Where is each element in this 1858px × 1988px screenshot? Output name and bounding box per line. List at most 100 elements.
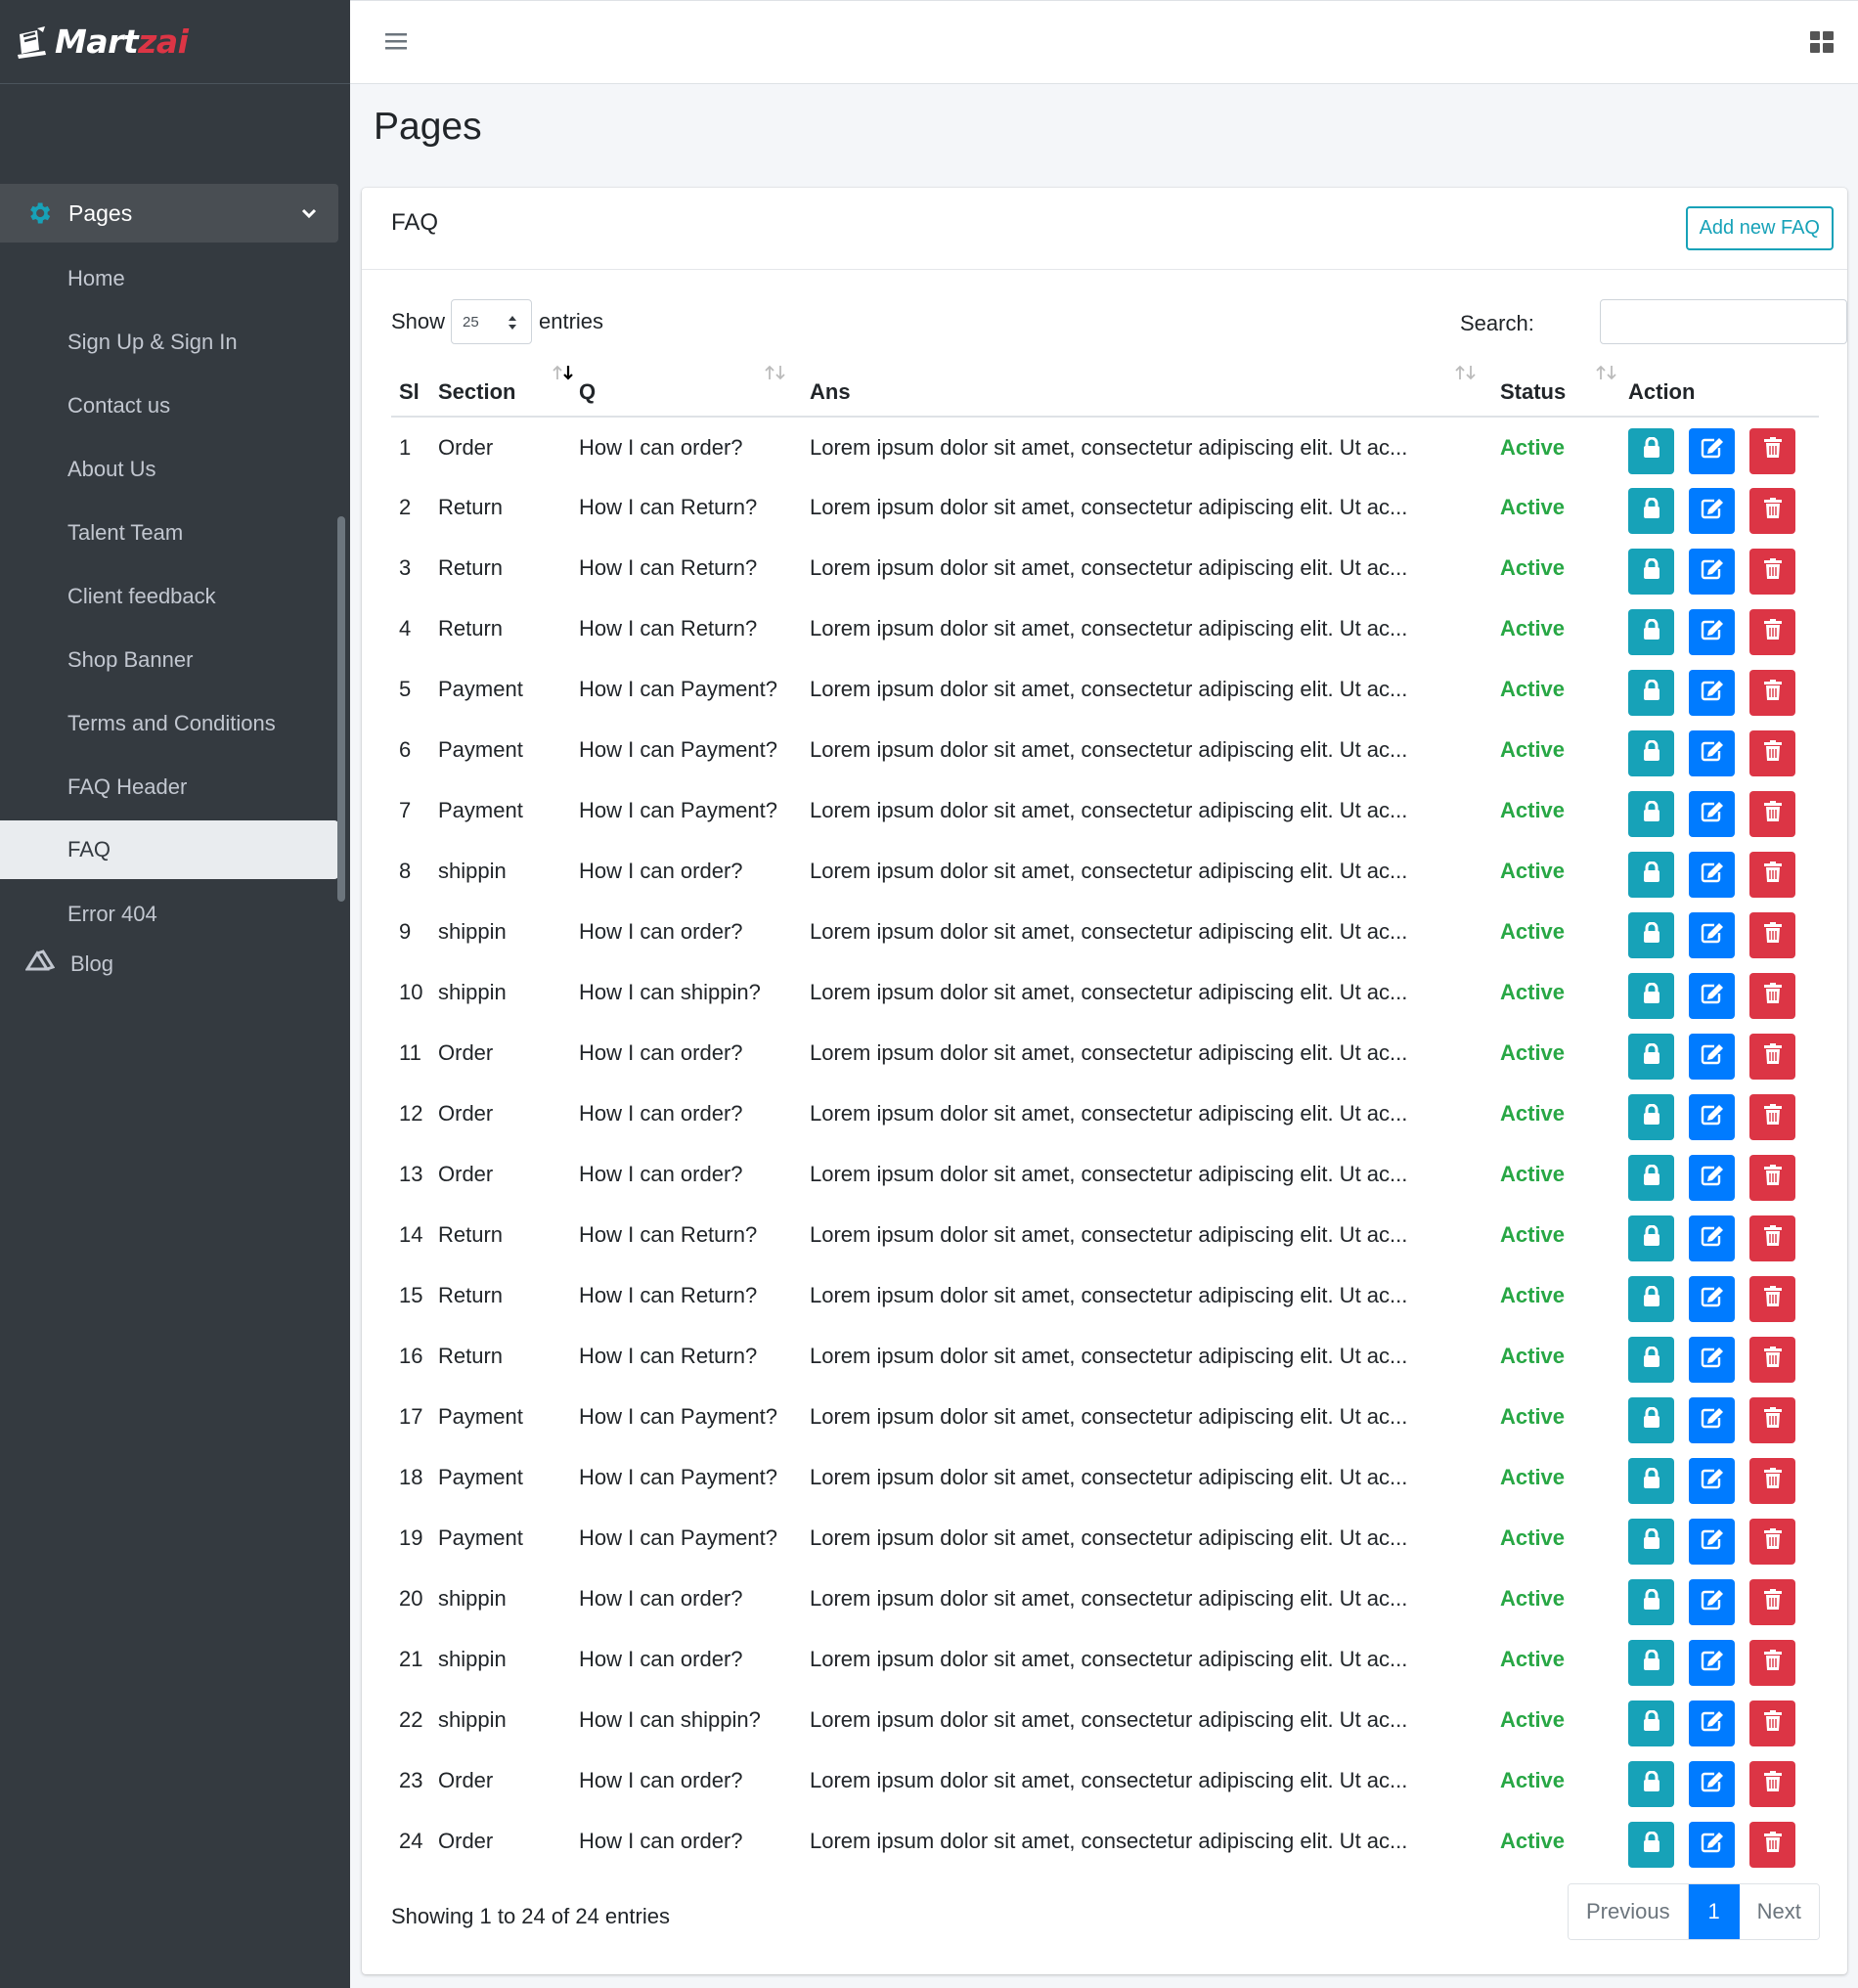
sidebar-item-talent-team[interactable]: Talent Team	[0, 501, 338, 564]
entries-select[interactable]: 25	[451, 299, 532, 344]
edit-button[interactable]	[1689, 1215, 1735, 1261]
pagination-page-current[interactable]: 1	[1688, 1884, 1740, 1939]
lock-button[interactable]	[1628, 670, 1674, 716]
edit-button[interactable]	[1689, 852, 1735, 898]
hamburger-menu-icon[interactable]	[385, 30, 407, 52]
delete-button[interactable]	[1749, 1397, 1795, 1443]
lock-button[interactable]	[1628, 912, 1674, 958]
delete-button[interactable]	[1749, 1276, 1795, 1322]
sidebar-item-faq[interactable]: FAQ	[0, 820, 338, 879]
lock-button[interactable]	[1628, 1155, 1674, 1201]
lock-button[interactable]	[1628, 1094, 1674, 1140]
delete-button[interactable]	[1749, 1701, 1795, 1746]
sidebar-item-pages[interactable]: Pages	[0, 184, 338, 243]
edit-button[interactable]	[1689, 1337, 1735, 1383]
lock-button[interactable]	[1628, 1458, 1674, 1504]
lock-button[interactable]	[1628, 609, 1674, 655]
sidebar-item-error-404[interactable]: Error 404	[0, 882, 338, 946]
grid-icon[interactable]	[1810, 31, 1834, 53]
column-header-sl[interactable]: Sl	[391, 360, 438, 418]
edit-button[interactable]	[1689, 1094, 1735, 1140]
sidebar-item-client-feedback[interactable]: Client feedback	[0, 564, 338, 628]
sidebar-item-signup-signin[interactable]: Sign Up & Sign In	[0, 310, 338, 374]
edit-button[interactable]	[1689, 1034, 1735, 1080]
lock-button[interactable]	[1628, 791, 1674, 837]
lock-button[interactable]	[1628, 1640, 1674, 1686]
delete-button[interactable]	[1749, 1034, 1795, 1080]
edit-button[interactable]	[1689, 1155, 1735, 1201]
edit-button[interactable]	[1689, 609, 1735, 655]
edit-button[interactable]	[1689, 912, 1735, 958]
delete-button[interactable]	[1749, 1640, 1795, 1686]
edit-button[interactable]	[1689, 973, 1735, 1019]
search-input[interactable]	[1600, 299, 1847, 344]
lock-button[interactable]	[1628, 1822, 1674, 1868]
edit-button[interactable]	[1689, 427, 1735, 474]
edit-button[interactable]	[1689, 730, 1735, 776]
lock-button[interactable]	[1628, 427, 1674, 474]
lock-button[interactable]	[1628, 1519, 1674, 1565]
delete-button[interactable]	[1749, 912, 1795, 958]
pagination-next[interactable]: Next	[1739, 1884, 1819, 1939]
lock-button[interactable]	[1628, 1337, 1674, 1383]
edit-button[interactable]	[1689, 1579, 1735, 1625]
delete-button[interactable]	[1749, 1761, 1795, 1807]
delete-button[interactable]	[1749, 1337, 1795, 1383]
lock-button[interactable]	[1628, 1034, 1674, 1080]
edit-button[interactable]	[1689, 1761, 1735, 1807]
edit-button[interactable]	[1689, 488, 1735, 534]
edit-button[interactable]	[1689, 1701, 1735, 1746]
delete-button[interactable]	[1749, 427, 1795, 474]
delete-button[interactable]	[1749, 488, 1795, 534]
lock-button[interactable]	[1628, 730, 1674, 776]
edit-button[interactable]	[1689, 1640, 1735, 1686]
delete-button[interactable]	[1749, 1822, 1795, 1868]
edit-button[interactable]	[1689, 670, 1735, 716]
lock-button[interactable]	[1628, 1276, 1674, 1322]
lock-button[interactable]	[1628, 549, 1674, 595]
lock-button[interactable]	[1628, 1701, 1674, 1746]
delete-button[interactable]	[1749, 1458, 1795, 1504]
column-header-q[interactable]: Q	[579, 360, 810, 418]
column-header-ans[interactable]: Ans	[810, 360, 1500, 418]
edit-button[interactable]	[1689, 1519, 1735, 1565]
delete-button[interactable]	[1749, 1579, 1795, 1625]
column-header-section[interactable]: Section	[438, 360, 579, 418]
brand[interactable]: Martzai	[0, 0, 350, 84]
sidebar-item-about-us[interactable]: About Us	[0, 437, 338, 501]
delete-button[interactable]	[1749, 1094, 1795, 1140]
sidebar-item-blog[interactable]: Blog	[0, 946, 350, 985]
add-new-faq-button[interactable]: Add new FAQ	[1685, 206, 1834, 250]
delete-button[interactable]	[1749, 1155, 1795, 1201]
delete-button[interactable]	[1749, 1519, 1795, 1565]
pagination-previous[interactable]: Previous	[1569, 1884, 1689, 1939]
lock-button[interactable]	[1628, 1397, 1674, 1443]
edit-button[interactable]	[1689, 791, 1735, 837]
delete-button[interactable]	[1749, 1215, 1795, 1261]
delete-button[interactable]	[1749, 973, 1795, 1019]
sidebar-item-terms[interactable]: Terms and Conditions	[0, 691, 338, 755]
lock-button[interactable]	[1628, 973, 1674, 1019]
lock-button[interactable]	[1628, 852, 1674, 898]
lock-button[interactable]	[1628, 1579, 1674, 1625]
column-header-status[interactable]: Status	[1500, 360, 1628, 418]
sidebar-item-faq-header[interactable]: FAQ Header	[0, 755, 338, 818]
edit-button[interactable]	[1689, 1276, 1735, 1322]
edit-button[interactable]	[1689, 549, 1735, 595]
sidebar-item-shop-banner[interactable]: Shop Banner	[0, 628, 338, 691]
lock-button[interactable]	[1628, 1215, 1674, 1261]
lock-button[interactable]	[1628, 488, 1674, 534]
sidebar-item-contact-us[interactable]: Contact us	[0, 374, 338, 437]
edit-button[interactable]	[1689, 1458, 1735, 1504]
delete-button[interactable]	[1749, 609, 1795, 655]
delete-button[interactable]	[1749, 670, 1795, 716]
edit-button[interactable]	[1689, 1822, 1735, 1868]
delete-button[interactable]	[1749, 549, 1795, 595]
sidebar-item-home[interactable]: Home	[0, 246, 338, 310]
sidebar-scrollbar[interactable]	[337, 516, 345, 902]
edit-button[interactable]	[1689, 1397, 1735, 1443]
delete-button[interactable]	[1749, 791, 1795, 837]
delete-button[interactable]	[1749, 730, 1795, 776]
lock-button[interactable]	[1628, 1761, 1674, 1807]
delete-button[interactable]	[1749, 852, 1795, 898]
